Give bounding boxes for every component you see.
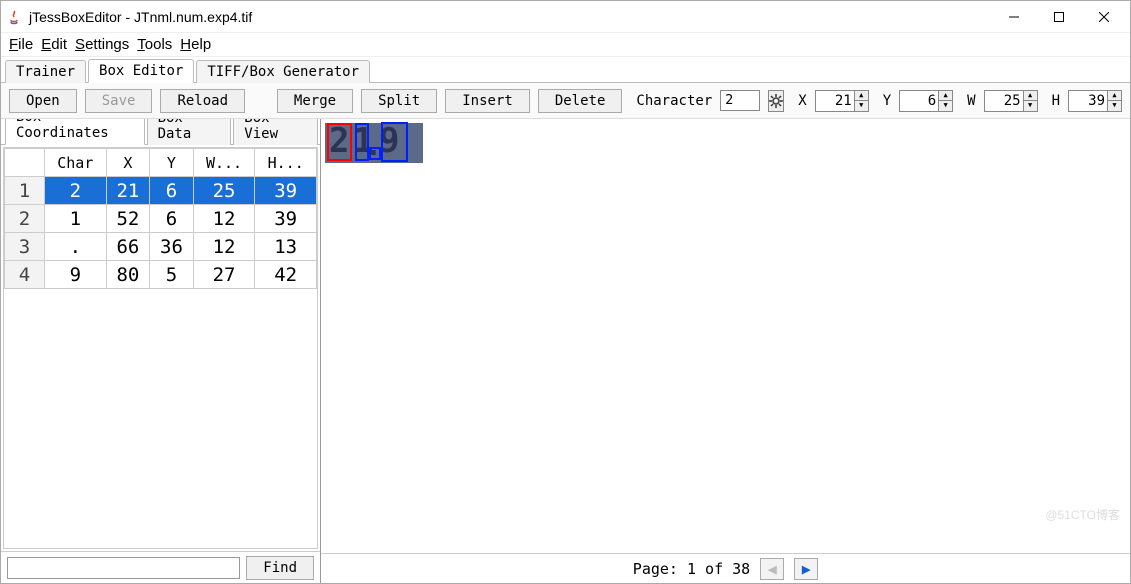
minimize-button[interactable] [991,3,1036,31]
tab-tiff-box-generator[interactable]: TIFF/Box Generator [196,60,370,83]
save-button[interactable]: Save [85,89,153,113]
window-title: jTessBoxEditor - JTnml.num.exp4.tif [29,9,252,25]
box-3[interactable] [369,147,381,160]
insert-button[interactable]: Insert [445,89,530,113]
gear-icon[interactable] [768,90,784,112]
menu-help[interactable]: Help [180,36,211,53]
left-pane: Box Coordinates Box Data Box View Char X… [1,119,321,583]
h-spinner[interactable]: ▲▼ [1068,90,1122,112]
table-row[interactable]: 215261239 [5,205,317,233]
col-rownum[interactable] [5,149,45,177]
box-2[interactable] [355,123,369,161]
menu-edit[interactable]: Edit [41,36,67,53]
find-button[interactable]: Find [246,556,314,580]
close-button[interactable] [1081,3,1126,31]
y-label: Y [883,93,891,109]
tab-box-view[interactable]: Box View [233,119,318,145]
prev-page-button[interactable]: ◀ [760,558,784,580]
merge-button[interactable]: Merge [277,89,353,113]
character-input[interactable] [720,90,760,111]
find-input[interactable] [7,557,240,579]
table-row[interactable]: 3.66361213 [5,233,317,261]
tab-box-editor[interactable]: Box Editor [88,59,194,83]
right-pane: 2 1 . 9 @51CTO博客 Page: 1 of 38 ◀ ▶ [321,119,1130,583]
watermark: @51CTO博客 [1045,506,1120,523]
y-spinner[interactable]: ▲▼ [899,90,953,112]
menu-settings[interactable]: Settings [75,36,129,53]
pager-text: Page: 1 of 38 [633,560,750,578]
find-bar: Find [1,551,320,583]
tiff-image: 2 1 . 9 [325,123,423,163]
reload-button[interactable]: Reload [160,89,245,113]
x-label: X [798,93,806,109]
col-x[interactable]: X [106,149,150,177]
col-w[interactable]: W... [193,149,255,177]
image-canvas[interactable]: 2 1 . 9 @51CTO博客 [321,119,1130,553]
box-4[interactable] [381,122,408,162]
x-spinner[interactable]: ▲▼ [815,90,869,112]
chevron-left-icon: ◀ [768,560,777,578]
box-table[interactable]: Char X Y W... H... 1221625392152612393.6… [4,148,317,289]
table-row[interactable]: 122162539 [5,177,317,205]
w-spinner[interactable]: ▲▼ [984,90,1038,112]
delete-button[interactable]: Delete [538,89,623,113]
menu-tools[interactable]: Tools [137,36,172,53]
tab-box-data[interactable]: Box Data [147,119,232,145]
open-button[interactable]: Open [9,89,77,113]
pager: Page: 1 of 38 ◀ ▶ [321,553,1130,583]
h-label: H [1052,93,1060,109]
titlebar: jTessBoxEditor - JTnml.num.exp4.tif [1,1,1130,33]
table-row[interactable]: 498052742 [5,261,317,289]
col-h[interactable]: H... [255,149,317,177]
split-button[interactable]: Split [361,89,437,113]
selected-box[interactable] [327,123,352,161]
main-tabs: Trainer Box Editor TIFF/Box Generator [1,57,1130,83]
w-label: W [967,93,975,109]
character-label: Character [636,93,712,109]
java-icon [5,8,23,26]
col-y[interactable]: Y [150,149,194,177]
tab-trainer[interactable]: Trainer [5,60,86,83]
chevron-right-icon: ▶ [802,560,811,578]
toolbar: Open Save Reload Merge Split Insert Dele… [1,83,1130,119]
maximize-button[interactable] [1036,3,1081,31]
next-page-button[interactable]: ▶ [794,558,818,580]
sub-tabs: Box Coordinates Box Data Box View [1,119,320,145]
tab-box-coordinates[interactable]: Box Coordinates [5,119,145,145]
col-char[interactable]: Char [45,149,107,177]
menubar: File Edit Settings Tools Help [1,33,1130,57]
menu-file[interactable]: File [9,36,33,53]
